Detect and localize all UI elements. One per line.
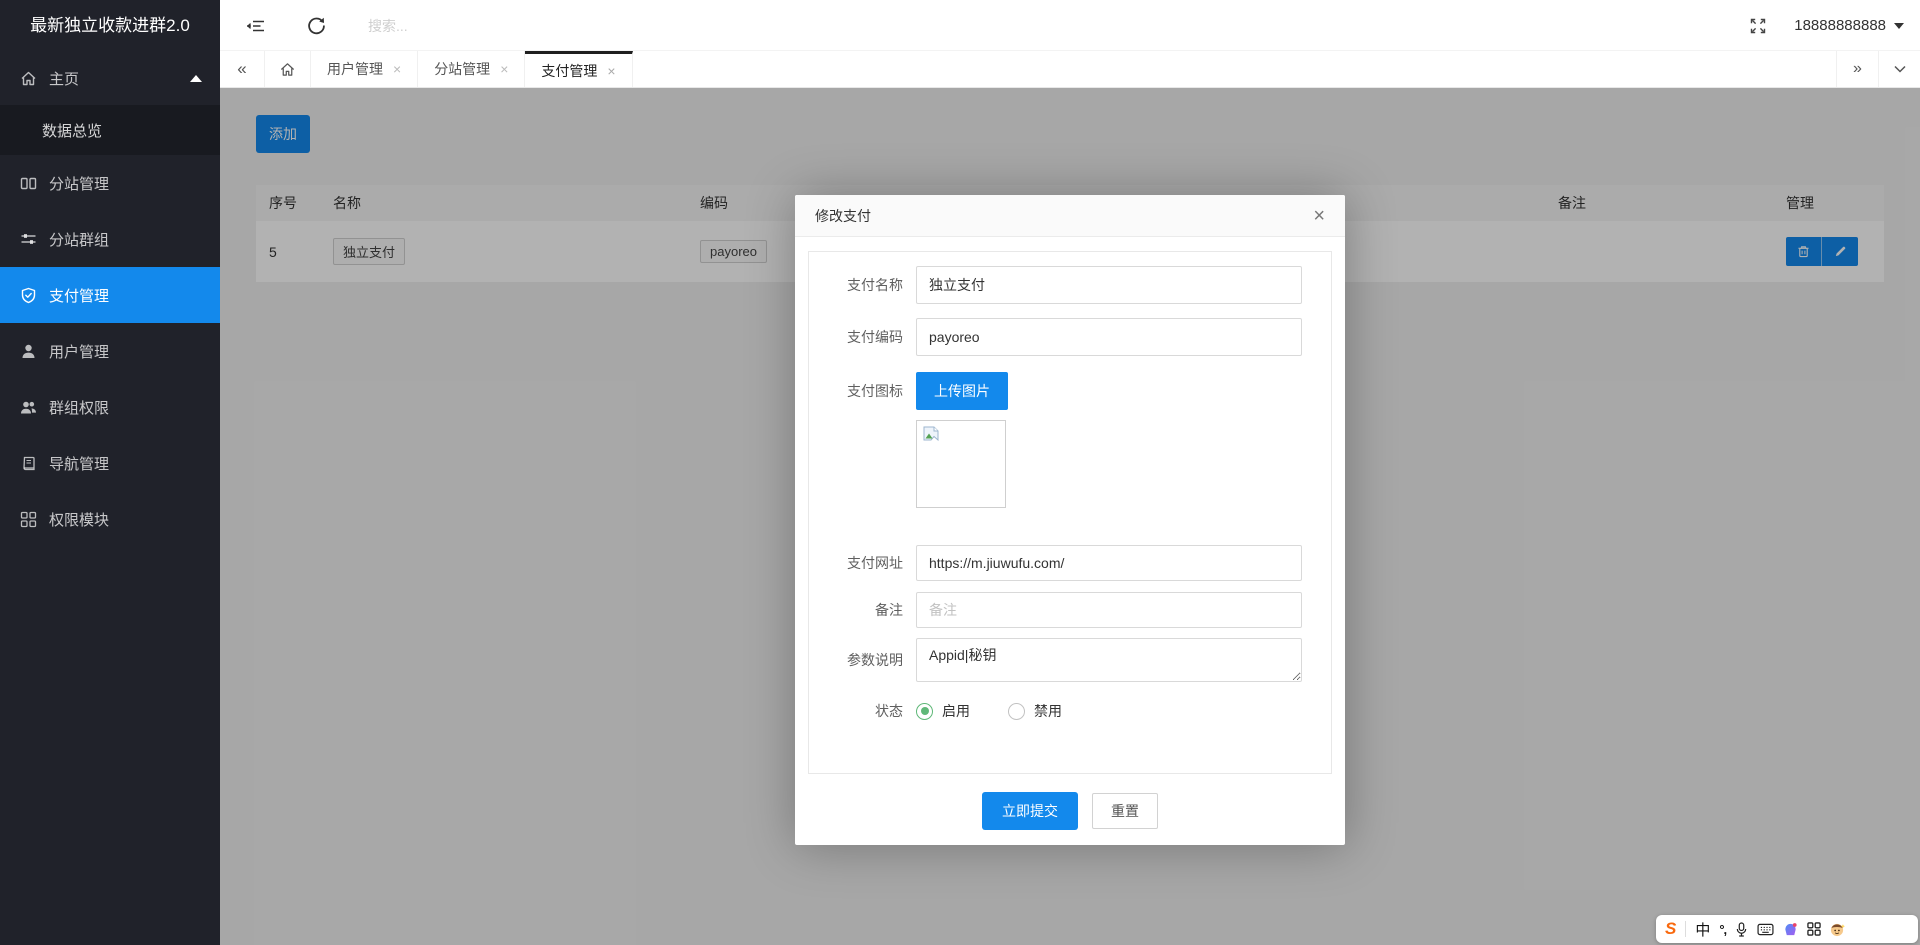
sidebar-item-label: 用户管理 (49, 341, 109, 362)
topbar: 18888888888 (220, 0, 1920, 51)
sidebar-item-label: 分站管理 (49, 173, 109, 194)
app-logo-title: 最新独立收款进群2.0 (0, 0, 220, 51)
remark-field[interactable] (916, 592, 1302, 628)
tab-close-icon[interactable]: × (393, 62, 401, 76)
sidebar-item-label: 群组权限 (49, 397, 109, 418)
tabs-scroll-right-button[interactable]: » (1836, 51, 1878, 87)
users-icon (20, 399, 37, 416)
caret-up-icon (190, 75, 202, 82)
pay-icon-label: 支付图标 (809, 372, 916, 410)
modal-footer: 立即提交 重置 (795, 777, 1345, 845)
pay-code-label: 支付编码 (809, 318, 916, 356)
modules-icon (20, 511, 37, 528)
sidebar-item-home[interactable]: 主页 (0, 51, 220, 105)
modal-body: 支付名称 支付编码 支付图标 上传图片 (795, 237, 1345, 777)
search-input[interactable] (368, 11, 628, 40)
chevron-down-icon (1893, 62, 1907, 76)
caret-down-icon (1894, 23, 1904, 29)
chinese-mode-icon[interactable]: 中 (1695, 919, 1710, 940)
radio-label: 禁用 (1034, 701, 1062, 721)
tab-payment-management[interactable]: 支付管理 × (525, 51, 632, 87)
sidebar-item-label: 权限模块 (49, 509, 109, 530)
home-icon (20, 70, 37, 87)
broken-image-icon (921, 425, 941, 443)
user-icon (20, 343, 37, 360)
pay-name-field[interactable] (916, 266, 1302, 304)
status-radio-group: 启用 禁用 (916, 700, 1100, 722)
pay-name-label: 支付名称 (809, 266, 916, 304)
edit-payment-modal: 修改支付 × 支付名称 支付编码 支付图标 上传图片 (795, 195, 1345, 845)
sidebar-item-substation-management[interactable]: 分站管理 (0, 155, 220, 211)
radio-selected-icon (916, 703, 933, 720)
tab-bar: « 用户管理 × 分站管理 × 支付管理 × » (220, 51, 1920, 88)
payment-icon-preview (916, 420, 1006, 508)
payment-form: 支付名称 支付编码 支付图标 上传图片 (808, 251, 1332, 774)
sidebar-item-data-overview[interactable]: 数据总览 (0, 105, 220, 155)
sidebar-collapse-icon[interactable] (234, 0, 278, 51)
toolbox-icon[interactable] (1807, 922, 1821, 936)
tab-close-icon[interactable]: × (607, 64, 615, 78)
tab-user-management[interactable]: 用户管理 × (311, 51, 418, 87)
status-label: 状态 (809, 700, 916, 722)
home-outline-icon (279, 61, 296, 78)
tab-label: 分站管理 (434, 59, 490, 79)
upload-image-button[interactable]: 上传图片 (916, 372, 1008, 410)
refresh-icon[interactable] (294, 0, 338, 51)
sogou-logo-icon[interactable]: S (1665, 919, 1676, 939)
sidebar-item-group-permissions[interactable]: 群组权限 (0, 379, 220, 435)
account-menu[interactable]: 18888888888 (1794, 0, 1904, 51)
submit-button[interactable]: 立即提交 (982, 792, 1078, 830)
sidebar-item-label: 分站群组 (49, 229, 109, 250)
status-disabled-radio[interactable]: 禁用 (1008, 701, 1062, 721)
remark-label: 备注 (809, 592, 916, 628)
sidebar-item-user-management[interactable]: 用户管理 (0, 323, 220, 379)
microphone-icon[interactable] (1735, 922, 1748, 937)
account-name: 18888888888 (1794, 17, 1886, 34)
tab-close-icon[interactable]: × (500, 62, 508, 76)
sidebar-item-label: 支付管理 (49, 285, 109, 306)
sidebar-subitem-label: 数据总览 (42, 120, 102, 141)
input-method-toolbar: S 中 °, (1656, 915, 1918, 943)
book-icon (20, 455, 37, 472)
modal-header: 修改支付 × (795, 195, 1345, 237)
sidebar-item-permission-modules[interactable]: 权限模块 (0, 491, 220, 547)
sidebar-item-payment-management[interactable]: 支付管理 (0, 267, 220, 323)
params-field[interactable]: Appid|秘钥 (916, 638, 1302, 682)
tabs-scroll-left-button[interactable]: « (220, 51, 265, 87)
sidebar-item-substation-groups[interactable]: 分站群组 (0, 211, 220, 267)
sidebar-item-label: 导航管理 (49, 453, 109, 474)
divider (1685, 921, 1686, 937)
fullscreen-icon[interactable] (1736, 0, 1780, 51)
radio-label: 启用 (942, 701, 970, 721)
punctuation-icon[interactable]: °, (1719, 922, 1726, 937)
tab-home[interactable] (265, 51, 311, 87)
sliders-icon (20, 231, 37, 248)
sidebar-item-navigation-management[interactable]: 导航管理 (0, 435, 220, 491)
tab-substation-management[interactable]: 分站管理 × (418, 51, 525, 87)
tab-label: 用户管理 (327, 59, 383, 79)
tabs-menu-button[interactable] (1878, 51, 1920, 87)
pay-code-field[interactable] (916, 318, 1302, 356)
modal-title: 修改支付 (815, 206, 871, 226)
tab-label: 支付管理 (541, 61, 597, 81)
close-icon[interactable]: × (1313, 206, 1325, 226)
pay-url-label: 支付网址 (809, 545, 916, 581)
status-enabled-radio[interactable]: 启用 (916, 701, 970, 721)
pay-url-field[interactable] (916, 545, 1302, 581)
reset-button[interactable]: 重置 (1092, 793, 1158, 829)
shield-check-icon (20, 287, 37, 304)
skin-icon[interactable] (1783, 922, 1798, 937)
sidebar-item-label: 主页 (49, 68, 79, 89)
params-label: 参数说明 (809, 638, 916, 682)
radio-unselected-icon (1008, 703, 1025, 720)
emoji-icon[interactable] (1830, 922, 1845, 937)
sidebar: 最新独立收款进群2.0 主页 数据总览 分站管理 分站群组 支付管理 用户管理 (0, 0, 220, 945)
keyboard-icon[interactable] (1757, 923, 1774, 936)
columns-icon (20, 175, 37, 192)
